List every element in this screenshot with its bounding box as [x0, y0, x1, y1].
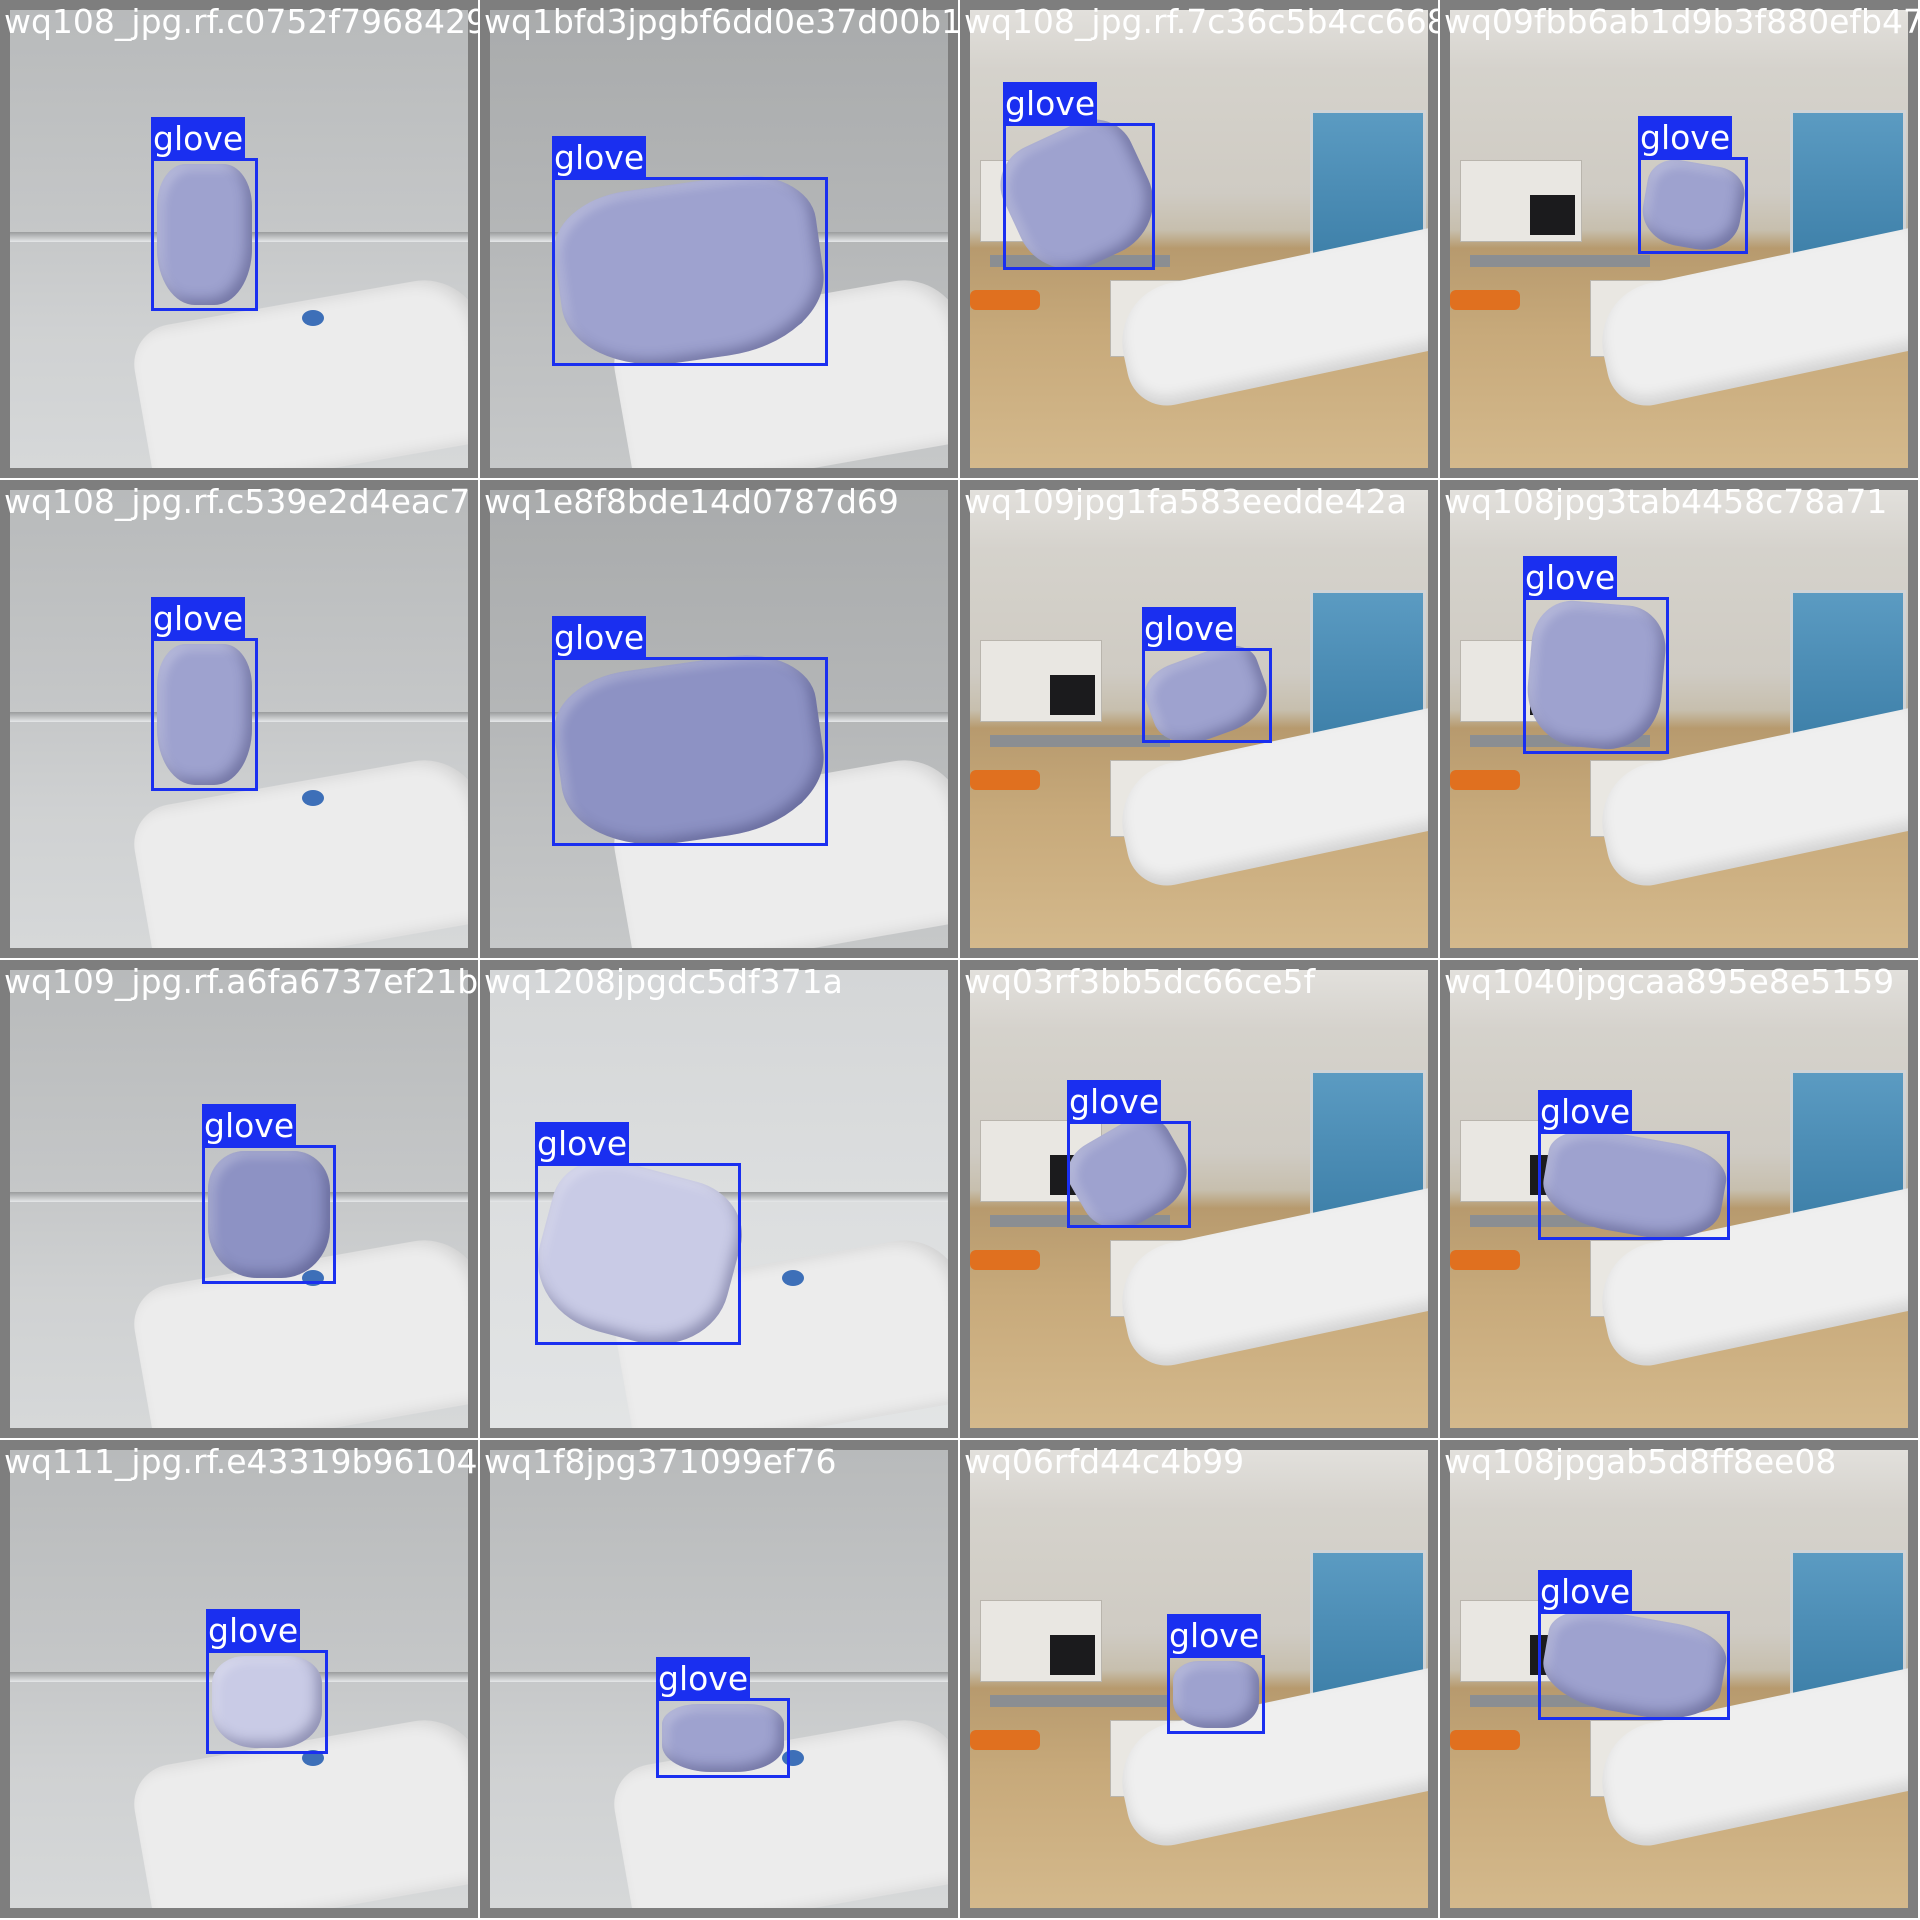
detection-label: glove — [1538, 1090, 1633, 1134]
detection-box: glove — [1638, 116, 1748, 254]
office-monitor-shape — [1050, 675, 1095, 715]
office-chair-shape — [970, 770, 1040, 790]
detection-box: glove — [202, 1104, 336, 1284]
detection-box: glove — [1003, 82, 1155, 270]
office-ceiling-shape — [1450, 970, 1908, 1030]
office-desk-shape — [1470, 255, 1650, 267]
detection-label: glove — [1003, 82, 1098, 126]
office-ceiling-shape — [1450, 490, 1908, 550]
office-chair-shape — [1450, 1250, 1520, 1270]
office-ceiling-shape — [970, 10, 1428, 70]
office-chair-shape — [970, 1250, 1040, 1270]
sleeve-badge-icon — [302, 310, 324, 326]
detection-mosaic: wq108_jpg.rf.c0752f79684298c glove wq1bfd3… — [0, 0, 1920, 1920]
office-monitor-shape — [1050, 1635, 1095, 1675]
detection-label: glove — [1538, 1570, 1633, 1614]
sleeve-badge-icon — [302, 790, 324, 806]
mosaic-tile: wq109_jpg.rf.a6fa6737ef21b glove — [0, 960, 480, 1440]
office-ceiling-shape — [1450, 10, 1908, 70]
office-chair-shape — [1450, 290, 1520, 310]
office-ceiling-shape — [970, 490, 1428, 550]
detection-label: glove — [1638, 116, 1733, 160]
mosaic-tile: wq111_jpg.rf.e43319b96104 glove — [0, 1440, 480, 1920]
sleeve-badge-icon — [782, 1270, 804, 1286]
mosaic-tile: wq108jpgab5d8ff8ee08 glove — [1440, 1440, 1920, 1920]
detection-box: glove — [552, 616, 828, 846]
office-chair-shape — [1450, 1730, 1520, 1750]
office-chair-shape — [1450, 770, 1520, 790]
detection-box: glove — [151, 597, 258, 791]
detection-label: glove — [656, 1657, 751, 1701]
detection-box: glove — [1142, 607, 1272, 743]
mosaic-tile: wq108jpg3tab4458c78a71 glove — [1440, 480, 1920, 960]
detection-label: glove — [552, 616, 647, 660]
detection-label: glove — [202, 1104, 297, 1148]
office-ceiling-shape — [970, 970, 1428, 1030]
mosaic-tile: wq108_jpg.rf.c0752f79684298c glove — [0, 0, 480, 480]
mosaic-tile: wq06rfd44c4b99 glove — [960, 1440, 1440, 1920]
tile-photo — [1450, 490, 1908, 948]
detection-box: glove — [206, 1609, 328, 1754]
mosaic-tile: wq03rf3bb5dc66ce5f glove — [960, 960, 1440, 1440]
mosaic-tile: wq1bfd3jpgbf6dd0e37d00b120cglove — [480, 0, 960, 480]
detection-box: glove — [1523, 556, 1669, 754]
mosaic-tile: wq1e8f8bde14d0787d69 glove — [480, 480, 960, 960]
detection-label: glove — [206, 1609, 301, 1653]
detection-box: glove — [656, 1657, 790, 1778]
detection-label: glove — [151, 117, 246, 161]
tile-photo — [970, 970, 1428, 1428]
mosaic-tile: wq109jpg1fa583eedde42a glove — [960, 480, 1440, 960]
mosaic-tile: wq108_jpg.rf.c539e2d4eac7 glove — [0, 480, 480, 960]
office-chair-shape — [970, 290, 1040, 310]
office-ceiling-shape — [1450, 1450, 1908, 1510]
detection-label: glove — [1067, 1080, 1162, 1124]
mosaic-tile: wq1208jpgdc5df371a glove — [480, 960, 960, 1440]
detection-box: glove — [535, 1122, 741, 1345]
detection-label: glove — [1523, 556, 1618, 600]
detection-box: glove — [1067, 1080, 1191, 1228]
detection-box: glove — [151, 117, 258, 311]
detection-label: glove — [552, 136, 647, 180]
detection-box: glove — [1538, 1570, 1730, 1720]
office-desk-shape — [990, 1695, 1170, 1707]
mosaic-tile: wq1040jpgcaa895e8e5159 glove — [1440, 960, 1920, 1440]
office-chair-shape — [970, 1730, 1040, 1750]
detection-label: glove — [1167, 1614, 1262, 1658]
detection-label: glove — [1142, 607, 1237, 651]
detection-label: glove — [151, 597, 246, 641]
mosaic-tile: wq09fbb6ab1d9b3f880efb4786 glove — [1440, 0, 1920, 480]
office-monitor-shape — [1530, 195, 1575, 235]
detection-box: glove — [1167, 1614, 1265, 1734]
detection-label: glove — [535, 1122, 630, 1166]
detection-box: glove — [552, 136, 828, 366]
office-ceiling-shape — [970, 1450, 1428, 1510]
mosaic-tile: wq1f8jpg371099ef76 glove — [480, 1440, 960, 1920]
mosaic-tile: wq108_jpg.rf.7c36c5b4cc6682d glove — [960, 0, 1440, 480]
detection-box: glove — [1538, 1090, 1730, 1240]
